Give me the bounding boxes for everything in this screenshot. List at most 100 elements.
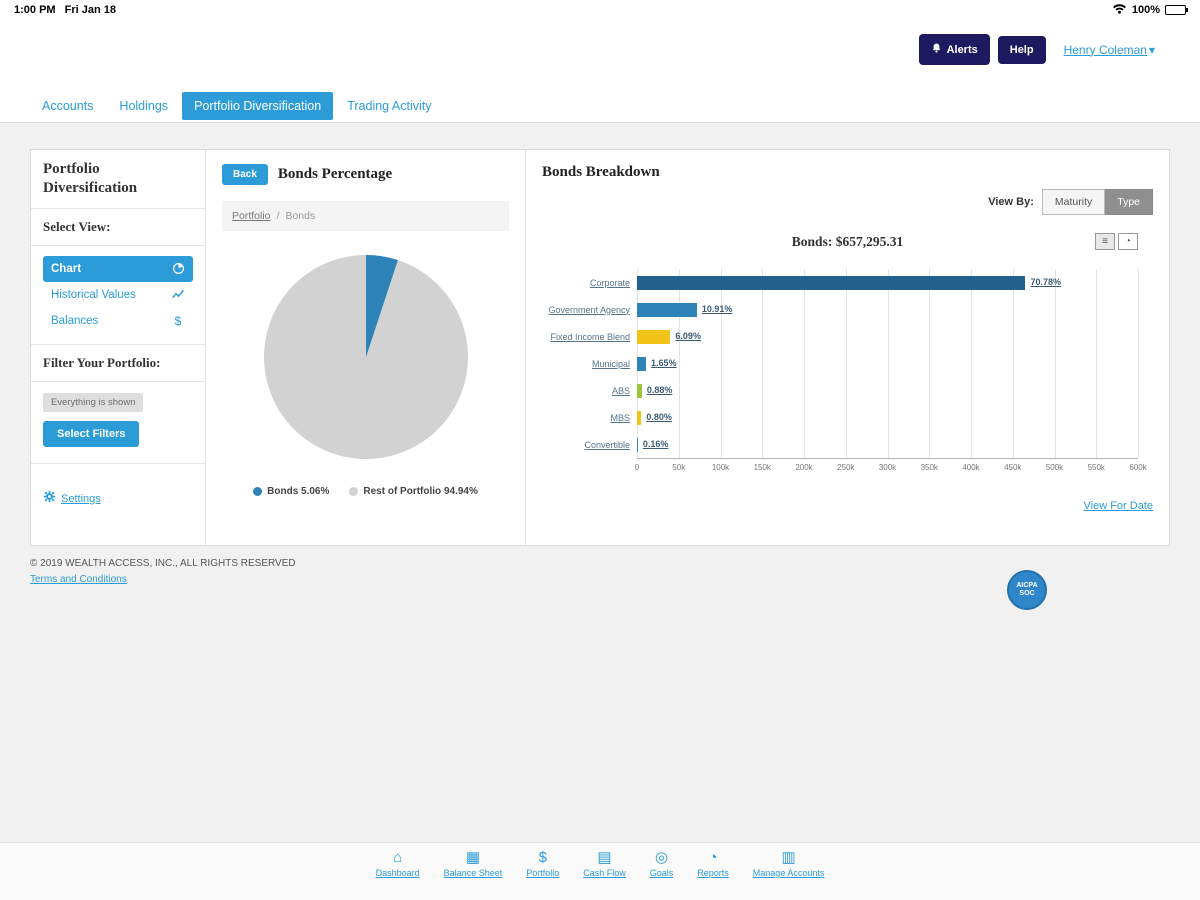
home-icon: ⌂: [393, 850, 402, 865]
bottom-nav: ⌂ Dashboard ▦ Balance Sheet $ Portfolio …: [0, 842, 1200, 900]
tab-portfolio-diversification[interactable]: Portfolio Diversification: [182, 92, 333, 120]
bottom-nav-reports[interactable]: ◔ Reports: [697, 850, 729, 878]
bottom-nav-cash-flow[interactable]: ▤ Cash Flow: [583, 850, 626, 878]
pie-panel: Back Bonds Percentage Portfolio / Bonds …: [206, 150, 526, 545]
bar-category-link[interactable]: Government Agency: [542, 305, 637, 315]
bar-track: 0.16%: [637, 438, 1138, 452]
tab-trading-activity[interactable]: Trading Activity: [335, 92, 443, 120]
bottom-nav-portfolio[interactable]: $ Portfolio: [526, 850, 559, 878]
bar-category-link[interactable]: MBS: [542, 413, 637, 423]
accounts-icon: ▥: [781, 850, 795, 865]
filter-portfolio-label: Filter Your Portfolio:: [43, 355, 193, 371]
sidebar-item-chart[interactable]: Chart: [43, 256, 193, 282]
bar-value-link[interactable]: 70.78%: [1030, 277, 1061, 287]
settings-link[interactable]: Settings: [61, 493, 101, 505]
target-icon: ◎: [655, 850, 668, 865]
x-tick-label: 500k: [1046, 463, 1063, 472]
bar-track: 1.65%: [637, 357, 1138, 371]
select-filters-button[interactable]: Select Filters: [43, 421, 139, 447]
grid-icon: ▦: [466, 850, 480, 865]
breakdown-panel: Bonds Breakdown View By: Maturity Type B…: [526, 150, 1169, 545]
bar-category-link[interactable]: Corporate: [542, 278, 637, 288]
bar-value-link[interactable]: 1.65%: [651, 358, 677, 368]
breakdown-title: Bonds Breakdown: [542, 164, 1153, 181]
bar-row: Corporate 70.78%: [542, 269, 1138, 296]
breadcrumb-separator: /: [277, 210, 280, 222]
type-toggle-button[interactable]: Type: [1105, 189, 1153, 215]
x-tick-label: 550k: [1088, 463, 1105, 472]
bar-fill: [637, 303, 697, 317]
bar-value-link[interactable]: 0.16%: [643, 439, 669, 449]
bar-fill: [637, 330, 670, 344]
x-tick-label: 150k: [754, 463, 771, 472]
battery-icon: [1165, 5, 1186, 15]
bottom-nav-dashboard[interactable]: ⌂ Dashboard: [376, 850, 420, 878]
select-view-label: Select View:: [43, 219, 193, 235]
bar-track: 0.80%: [637, 411, 1138, 425]
bottom-nav-goals[interactable]: ◎ Goals: [650, 850, 674, 878]
pie-chart-icon: [171, 262, 185, 276]
sidebar-item-balances[interactable]: Balances $: [43, 308, 193, 334]
bar-category-link[interactable]: Fixed Income Blend: [542, 332, 637, 342]
bar-chart: Corporate 70.78% Government Agency 10.91% Fi…: [542, 269, 1153, 478]
x-axis: 050k100k150k200k250k300k350k400k450k500k…: [637, 458, 1138, 478]
x-tick-label: 350k: [921, 463, 938, 472]
breadcrumb-portfolio-link[interactable]: Portfolio: [232, 210, 271, 222]
maturity-toggle-button[interactable]: Maturity: [1042, 189, 1105, 215]
bar-value-link[interactable]: 6.09%: [675, 331, 701, 341]
bar-fill: [637, 357, 646, 371]
back-button[interactable]: Back: [222, 164, 268, 185]
user-menu[interactable]: Henry Coleman▾: [1064, 43, 1155, 57]
bar-category-link[interactable]: Municipal: [542, 359, 637, 369]
terms-link[interactable]: Terms and Conditions: [30, 574, 127, 585]
status-time-date: 1:00 PM Fri Jan 18: [14, 4, 122, 16]
bell-icon: [931, 42, 942, 57]
x-tick-label: 250k: [837, 463, 854, 472]
bar-track: 0.88%: [637, 384, 1138, 398]
breadcrumb: Portfolio / Bonds: [222, 201, 509, 231]
sidebar-item-historical-values[interactable]: Historical Values: [43, 282, 193, 308]
bottom-nav-manage-accounts[interactable]: ▥ Manage Accounts: [753, 850, 825, 878]
bar-category-link[interactable]: ABS: [542, 386, 637, 396]
x-tick-label: 0: [635, 463, 639, 472]
status-time: 1:00 PM: [14, 4, 56, 16]
tab-accounts[interactable]: Accounts: [30, 92, 105, 120]
filter-status-chip: Everything is shown: [43, 393, 143, 412]
legend-item-bonds: Bonds 5.06%: [253, 486, 329, 497]
view-for-date-link[interactable]: View For Date: [1084, 500, 1154, 512]
bar-value-link[interactable]: 0.80%: [646, 412, 672, 422]
gridline: [1138, 269, 1139, 458]
status-date: Fri Jan 18: [65, 4, 116, 16]
legend-dot-rest: [349, 487, 358, 496]
x-tick-label: 50k: [672, 463, 685, 472]
x-tick-label: 400k: [962, 463, 979, 472]
view-by-label: View By:: [988, 196, 1034, 208]
bar-fill: [637, 276, 1025, 290]
list-view-icon[interactable]: ≡: [1095, 233, 1115, 250]
bar-row: MBS 0.80%: [542, 404, 1138, 431]
chart-view-icon[interactable]: ◔: [1118, 233, 1138, 250]
bar-row: Government Agency 10.91%: [542, 296, 1138, 323]
pie-chart: [222, 247, 509, 472]
dollar-icon: $: [171, 314, 185, 328]
bar-value-link[interactable]: 10.91%: [702, 304, 733, 314]
tab-holdings[interactable]: Holdings: [107, 92, 180, 120]
bar-fill: [637, 438, 638, 452]
footer: © 2019 WEALTH ACCESS, INC., ALL RIGHTS R…: [30, 558, 1170, 587]
help-button[interactable]: Help: [998, 36, 1046, 64]
aicpa-soc-badge: AICPA SOC: [1007, 570, 1047, 610]
x-tick-label: 600k: [1129, 463, 1146, 472]
bar-track: 70.78%: [637, 276, 1138, 290]
app-header: Alerts Help Henry Coleman▾: [0, 20, 1200, 90]
bottom-nav-balance-sheet[interactable]: ▦ Balance Sheet: [444, 850, 503, 878]
bar-category-link[interactable]: Convertible: [542, 440, 637, 450]
bar-value-link[interactable]: 0.88%: [647, 385, 673, 395]
bar-fill: [637, 411, 641, 425]
report-pie-icon: ◔: [709, 850, 718, 865]
line-chart-icon: [171, 288, 185, 302]
alerts-button[interactable]: Alerts: [919, 34, 990, 65]
bar-row: ABS 0.88%: [542, 377, 1138, 404]
portfolio-card: Portfolio Diversification Select View: C…: [30, 149, 1170, 546]
dollar-icon: $: [539, 850, 547, 865]
sidebar: Portfolio Diversification Select View: C…: [31, 150, 206, 545]
